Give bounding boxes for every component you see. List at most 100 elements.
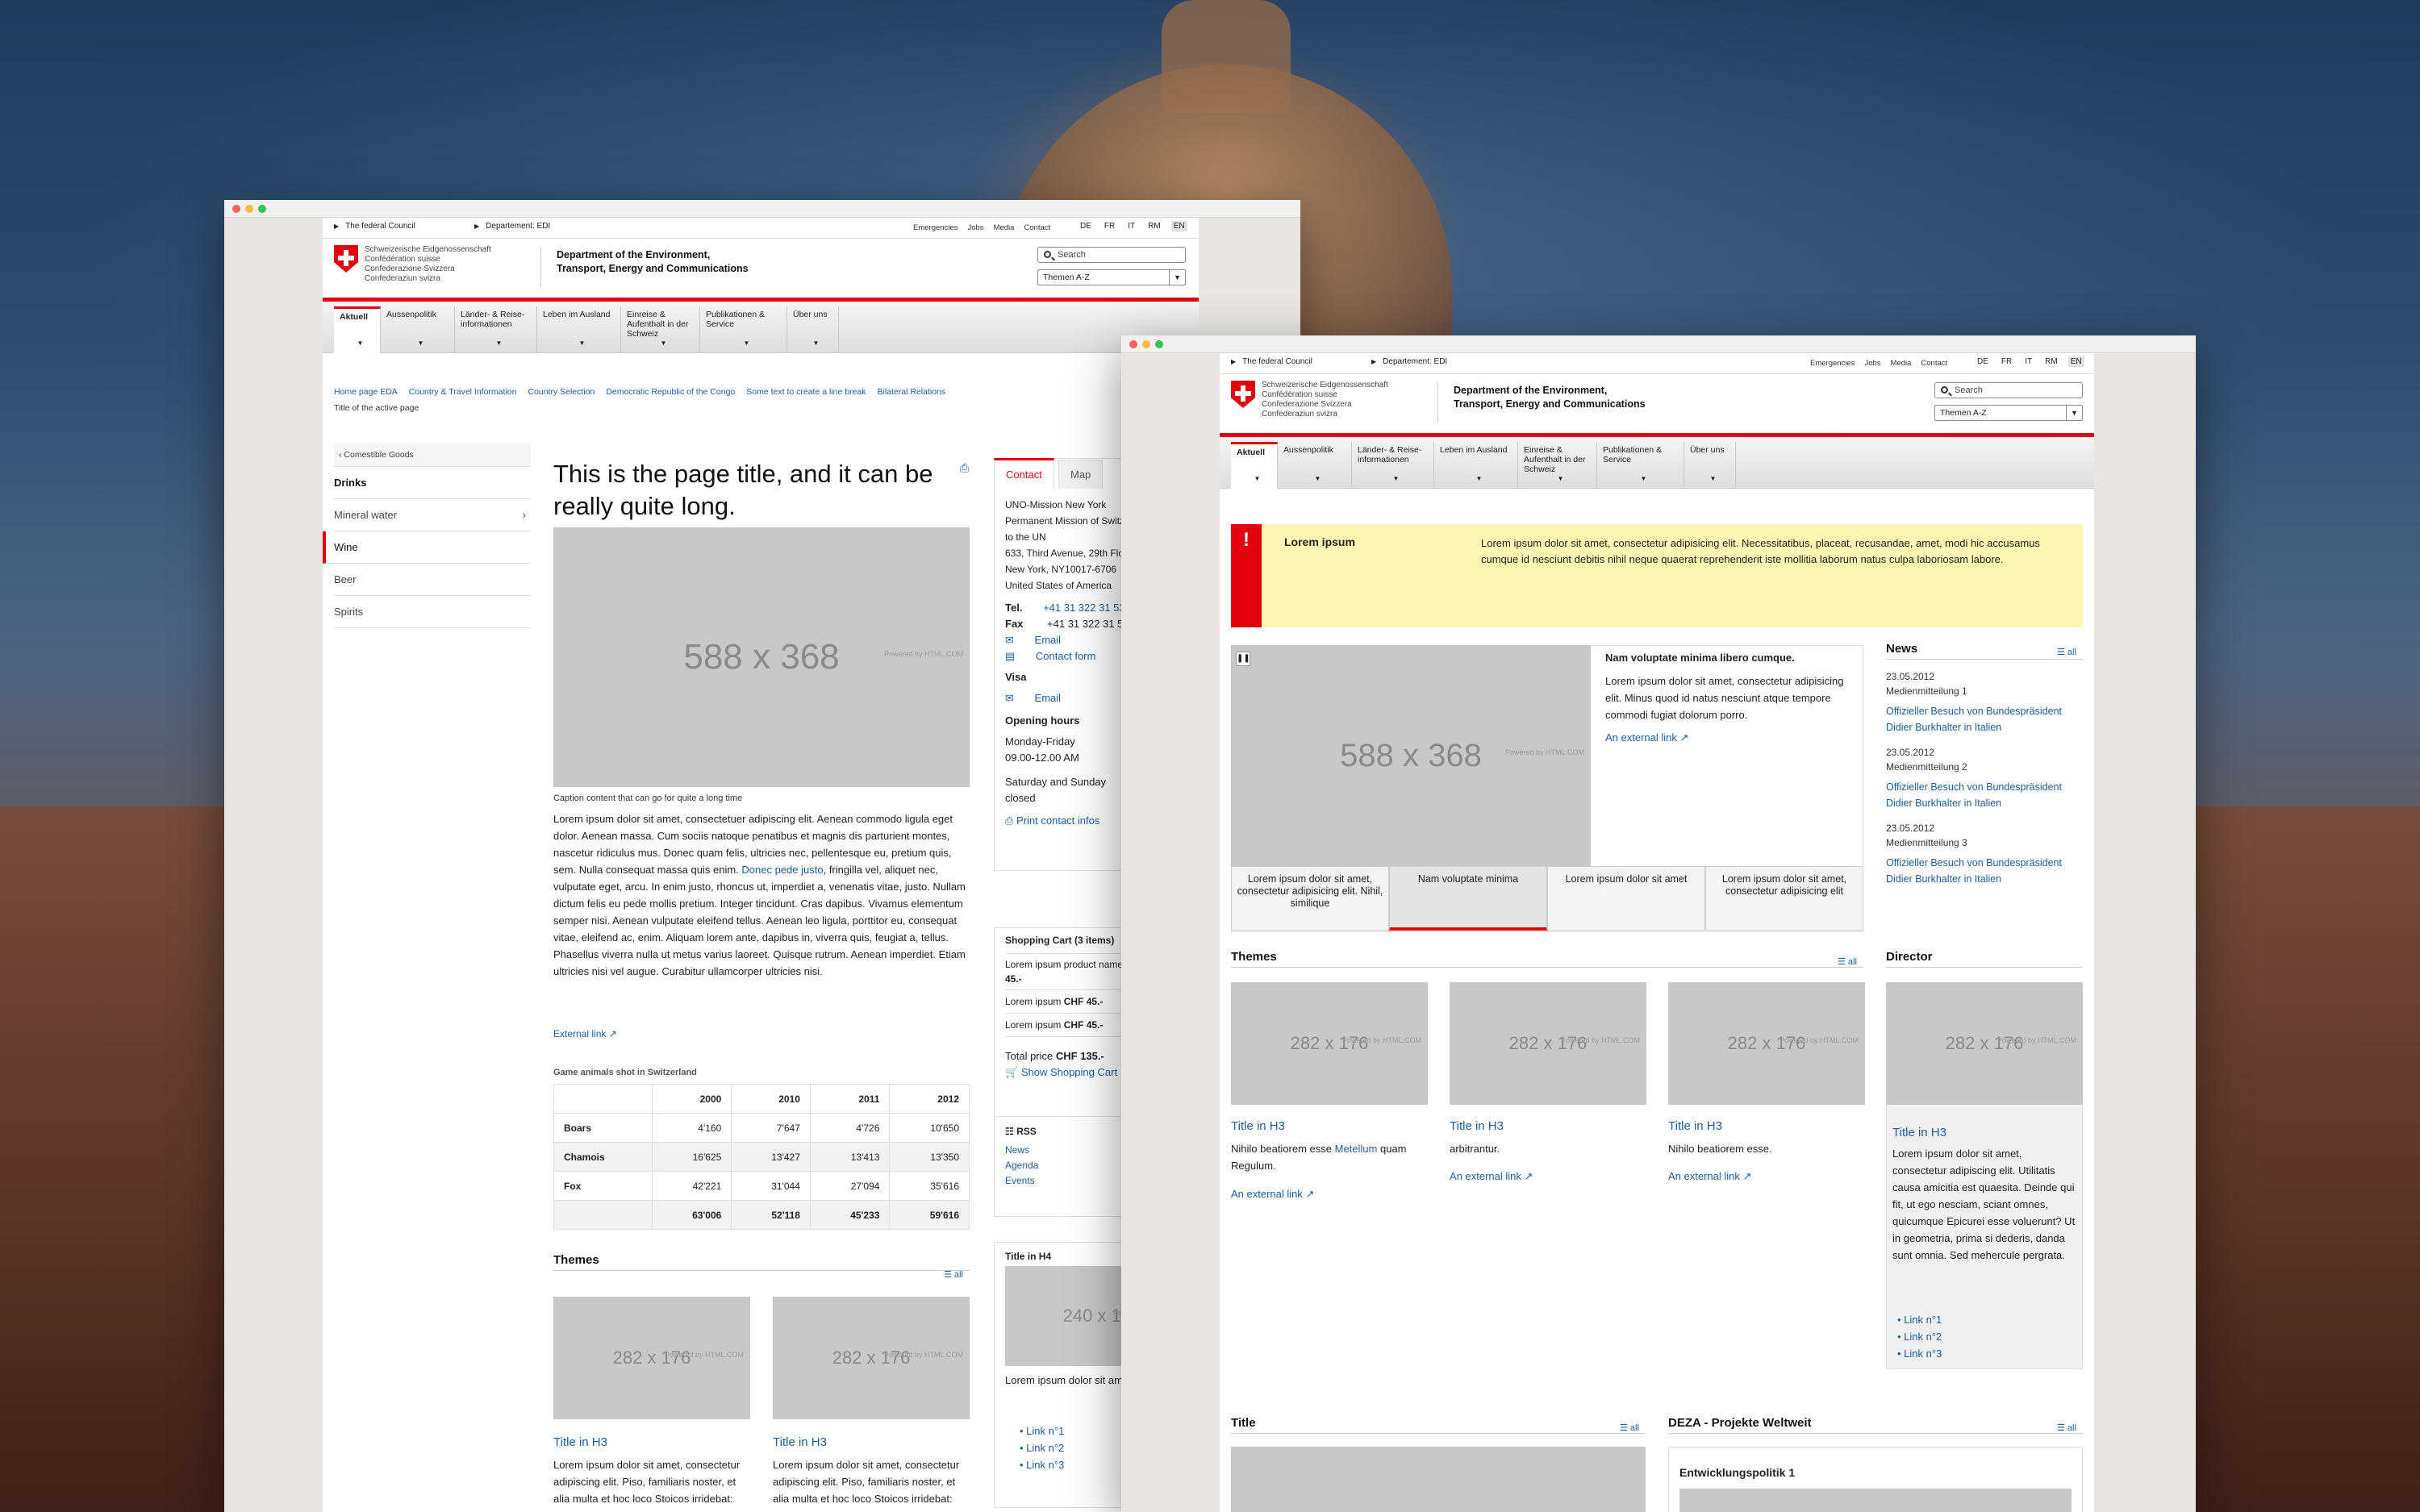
lang-link[interactable]: RM — [1145, 221, 1163, 231]
sidebar-item-beer[interactable]: Beer — [334, 564, 531, 596]
external-link[interactable]: External link ↗ — [553, 1026, 966, 1043]
nav-item-laender[interactable]: Länder- & Reise-informationen ▼ — [1352, 442, 1434, 489]
nav-item-publikationen[interactable]: Publikationen & Service ▼ — [700, 306, 787, 353]
service-link[interactable]: Contact — [1921, 359, 1947, 368]
close-window-button[interactable] — [1129, 340, 1137, 348]
nav-item-publikationen[interactable]: Publikationen & Service ▼ — [1597, 442, 1684, 489]
lang-link[interactable]: FR — [1102, 221, 1117, 231]
service-link[interactable]: Emergencies — [1810, 359, 1855, 368]
external-link[interactable]: An external link ↗ — [1668, 1168, 1751, 1185]
topics-select[interactable]: Themen A-Z ▼ — [1934, 405, 2083, 421]
service-link[interactable]: Media — [1891, 359, 1912, 368]
breadcrumb-link[interactable]: Country & Travel Information — [409, 387, 517, 397]
theme-title-link[interactable]: Title in H3 — [773, 1435, 827, 1449]
sidebar-item-spirits[interactable]: Spirits — [334, 596, 531, 628]
carousel-tab-active[interactable]: Nam voluptate minima — [1389, 866, 1547, 931]
sidebar-back-link[interactable]: ‹ Comestible Goods — [334, 444, 531, 467]
visa-email-link[interactable]: Email — [1035, 692, 1062, 704]
list-link[interactable]: Link n°2 — [1904, 1331, 1942, 1343]
nav-item-ueber-uns[interactable]: Über uns ▼ — [1684, 442, 1736, 489]
service-link[interactable]: Jobs — [1864, 359, 1880, 368]
theme-title-link[interactable]: Title in H3 — [553, 1435, 607, 1449]
service-link[interactable]: Contact — [1024, 223, 1050, 232]
maximize-window-button[interactable] — [1155, 340, 1163, 348]
swiss-coat-of-arms-icon[interactable] — [1231, 381, 1255, 408]
service-link[interactable]: Emergencies — [913, 223, 958, 232]
minimize-window-button[interactable] — [1142, 340, 1150, 348]
external-link[interactable]: An external link ↗ — [1450, 1168, 1533, 1185]
themes-all-link[interactable]: ☰ all — [1838, 956, 1857, 967]
nav-item-aktuell[interactable]: Aktuell ▼ — [1231, 442, 1278, 489]
email-link[interactable]: Email — [1035, 634, 1062, 646]
maximize-window-button[interactable] — [258, 205, 266, 213]
show-cart-link[interactable]: Show Shopping Cart — [1021, 1066, 1117, 1078]
tab-contact[interactable]: Contact — [994, 458, 1054, 489]
rss-link[interactable]: Agenda — [1005, 1160, 1038, 1171]
breadcrumb-link[interactable]: Democratic Republic of the Congo — [606, 387, 735, 397]
phone-link[interactable]: +41 31 322 31 53 — [1043, 602, 1125, 614]
theme-title-link[interactable]: Title in H3 — [1450, 1119, 1504, 1133]
department-link[interactable]: Departement: EDI — [1383, 357, 1447, 366]
pause-icon[interactable]: ❚❚ — [1236, 652, 1250, 666]
breadcrumb-link[interactable]: Some text to create a line break — [746, 387, 866, 397]
lang-link[interactable]: RM — [2042, 356, 2060, 367]
service-link[interactable]: Media — [994, 223, 1015, 232]
federal-council-link[interactable]: The federal Council — [1242, 357, 1312, 366]
lang-link[interactable]: DE — [1078, 221, 1094, 231]
contact-form-link[interactable]: Contact form — [1036, 650, 1095, 662]
topics-select[interactable]: Themen A-Z ▼ — [1037, 269, 1186, 285]
search-input[interactable]: Search — [1037, 247, 1186, 263]
news-link[interactable]: Offizieller Besuch von Bundespräsident D… — [1886, 779, 2083, 811]
federal-council-link[interactable]: The federal Council — [345, 222, 415, 231]
bottom-all-link[interactable]: ☰ all — [1620, 1422, 1639, 1433]
deza-all-link[interactable]: ☰ all — [2057, 1422, 2076, 1433]
lang-link[interactable]: DE — [1975, 356, 1991, 367]
sidebar-item-mineral-water[interactable]: Mineral water › — [334, 499, 531, 531]
rss-link[interactable]: Events — [1005, 1175, 1035, 1186]
nav-item-leben[interactable]: Leben im Ausland ▼ — [537, 306, 621, 353]
nav-item-leben[interactable]: Leben im Ausland ▼ — [1434, 442, 1518, 489]
carousel-tab[interactable]: Lorem ipsum dolor sit amet, consectetur … — [1231, 866, 1389, 931]
close-window-button[interactable] — [232, 205, 240, 213]
nav-item-aussenpolitik[interactable]: Aussenpolitik ▼ — [381, 306, 455, 353]
theme-title-link[interactable]: Title in H3 — [1668, 1119, 1722, 1133]
nav-item-laender[interactable]: Länder- & Reise-informationen ▼ — [455, 306, 537, 353]
news-link[interactable]: Offizieller Besuch von Bundespräsident D… — [1886, 855, 2083, 887]
print-contact-link[interactable]: Print contact infos — [1016, 814, 1099, 827]
list-link[interactable]: Link n°3 — [1026, 1459, 1064, 1471]
minimize-window-button[interactable] — [245, 205, 253, 213]
list-link[interactable]: Link n°2 — [1026, 1442, 1064, 1454]
nav-item-einreise[interactable]: Einreise & Aufenthalt in der Schweiz ▼ — [1518, 442, 1597, 489]
nav-item-einreise[interactable]: Einreise & Aufenthalt in der Schweiz ▼ — [621, 306, 700, 353]
department-link[interactable]: Departement: EDI — [486, 222, 550, 231]
news-all-link[interactable]: ☰ all — [2057, 647, 2076, 657]
carousel-external-link[interactable]: An external link ↗ — [1605, 729, 1688, 746]
rss-link[interactable]: News — [1005, 1144, 1029, 1156]
inline-link[interactable]: Metellum — [1335, 1143, 1378, 1155]
breadcrumb-link[interactable]: Home page EDA — [334, 387, 398, 397]
list-link[interactable]: Link n°1 — [1026, 1425, 1064, 1437]
nav-item-aussenpolitik[interactable]: Aussenpolitik ▼ — [1278, 442, 1352, 489]
carousel-tab[interactable]: Lorem ipsum dolor sit amet — [1547, 866, 1705, 931]
service-link[interactable]: Jobs — [967, 223, 983, 232]
list-link[interactable]: Link n°3 — [1904, 1347, 1942, 1360]
sidebar-item-wine[interactable]: Wine — [323, 531, 531, 564]
nav-item-aktuell[interactable]: Aktuell ▼ — [334, 306, 381, 353]
lang-link-active[interactable]: EN — [2067, 356, 2084, 367]
lang-link[interactable]: FR — [1999, 356, 2014, 367]
lang-link[interactable]: IT — [1125, 221, 1137, 231]
nav-item-ueber-uns[interactable]: Über uns ▼ — [787, 306, 839, 353]
lang-link-active[interactable]: EN — [1170, 221, 1187, 231]
tab-map[interactable]: Map — [1058, 460, 1104, 489]
carousel-tab[interactable]: Lorem ipsum dolor sit amet, consectetur … — [1705, 866, 1863, 931]
search-input[interactable]: Search — [1934, 382, 2083, 398]
lang-link[interactable]: IT — [2022, 356, 2034, 367]
list-link[interactable]: Link n°1 — [1904, 1314, 1942, 1326]
theme-title-link[interactable]: Title in H3 — [1231, 1119, 1285, 1133]
breadcrumb-link[interactable]: Bilateral Relations — [878, 387, 946, 397]
director-title-link[interactable]: Title in H3 — [1892, 1126, 1946, 1139]
themes-all-link[interactable]: ☰ all — [944, 1269, 963, 1280]
swiss-coat-of-arms-icon[interactable] — [334, 245, 358, 273]
external-link[interactable]: An external link ↗ — [1231, 1185, 1314, 1202]
breadcrumb-link[interactable]: Country Selection — [528, 387, 595, 397]
